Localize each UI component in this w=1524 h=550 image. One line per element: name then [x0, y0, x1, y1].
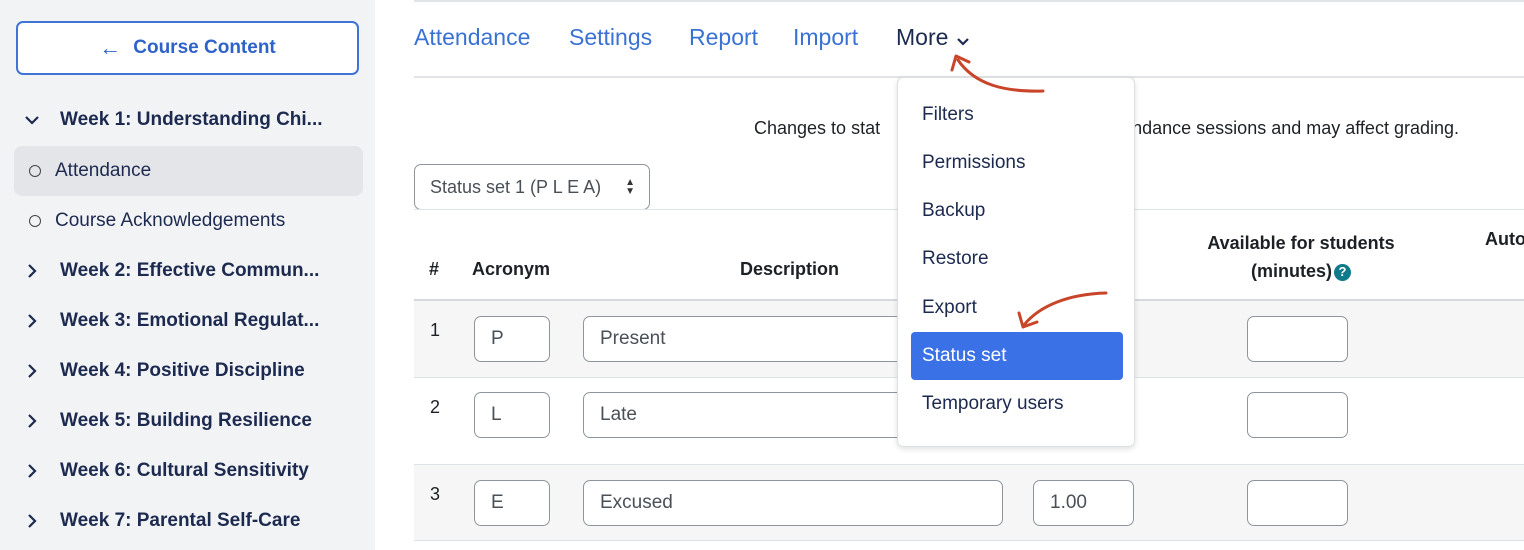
circle-icon [29, 215, 41, 227]
sidebar-week-3[interactable]: Week 3: Emotional Regulat... [14, 296, 363, 346]
status-set-select[interactable]: Status set 1 (P L E A) ▲ ▼ [414, 164, 650, 210]
row-number: 1 [430, 320, 441, 340]
notice-left: Changes to stat [754, 118, 881, 138]
menu-item-temporary-users[interactable]: Temporary users [911, 380, 1123, 428]
sidebar-week-label: Week 1: Understanding Chi... [60, 109, 323, 130]
tab-import[interactable]: Import [793, 24, 858, 51]
notice-right: attendance sessions and may affect gradi… [1102, 118, 1459, 138]
sidebar-week-7[interactable]: Week 7: Parental Self-Care [14, 496, 363, 546]
acronym-input[interactable]: E [474, 480, 550, 526]
sidebar-week-label: Week 4: Positive Discipline [60, 360, 305, 381]
tab-more[interactable]: More [896, 24, 970, 52]
row-number: 3 [430, 484, 441, 504]
tab-attendance[interactable]: Attendance [414, 24, 530, 51]
arrow-left-icon: ← [99, 35, 122, 60]
menu-item-permissions[interactable]: Permissions [911, 139, 1123, 187]
circle-icon [29, 165, 41, 177]
chevron-down-icon [956, 25, 970, 52]
acronym-input[interactable]: P [474, 316, 550, 362]
tab-more-label: More [896, 24, 949, 50]
menu-item-restore[interactable]: Restore [911, 235, 1123, 283]
chevron-right-icon[interactable] [14, 413, 50, 429]
sidebar-week-label: Week 7: Parental Self-Care [60, 510, 301, 531]
sidebar-week-1[interactable]: Week 1: Understanding Chi... [14, 95, 363, 145]
chevron-right-icon[interactable] [14, 513, 50, 529]
menu-item-status-set[interactable]: Status set [911, 332, 1123, 380]
menu-item-filters[interactable]: Filters [911, 91, 1123, 139]
sidebar-item-label: Course Acknowledgements [55, 210, 286, 231]
grade-input[interactable]: 1.00 [1033, 480, 1134, 526]
chevron-down-icon[interactable] [14, 115, 50, 125]
column-header-description: Description [740, 259, 840, 279]
available-minutes-input[interactable] [1247, 316, 1348, 362]
chevron-right-icon[interactable] [14, 263, 50, 279]
sidebar-week-2[interactable]: Week 2: Effective Commun... [14, 246, 363, 296]
course-index-sidebar: ← Course Content Week 1: Understanding C… [0, 0, 375, 550]
sidebar-item-label: Attendance [55, 160, 152, 181]
secondary-navigation: Attendance Settings Report Import More [414, 2, 1524, 78]
row-number: 2 [430, 397, 441, 417]
sidebar-item-attendance[interactable]: Attendance [14, 146, 363, 196]
available-line1: Available for students [1207, 233, 1395, 253]
tab-report[interactable]: Report [689, 24, 758, 51]
description-input[interactable]: Excused [583, 480, 1003, 526]
sidebar-item-course-acknowledgements[interactable]: Course Acknowledgements [14, 196, 363, 246]
menu-item-backup[interactable]: Backup [911, 187, 1123, 235]
available-minutes-input[interactable] [1247, 392, 1348, 438]
sidebar-week-4[interactable]: Week 4: Positive Discipline [14, 346, 363, 396]
sidebar-week-label: Week 6: Cultural Sensitivity [60, 460, 309, 481]
sidebar-week-label: Week 2: Effective Commun... [60, 260, 320, 281]
course-content-label: Course Content [133, 37, 276, 58]
column-header-available: Available for students (minutes)? [1196, 229, 1406, 285]
course-content-button[interactable]: ← Course Content [16, 21, 359, 75]
chevron-right-icon[interactable] [14, 463, 50, 479]
column-header-acronym: Acronym [472, 259, 551, 279]
available-minutes-input[interactable] [1247, 480, 1348, 526]
sidebar-week-5[interactable]: Week 5: Building Resilience [14, 396, 363, 446]
sidebar-week-label: Week 3: Emotional Regulat... [60, 310, 320, 331]
available-line2: (minutes) [1251, 261, 1332, 281]
chevron-right-icon[interactable] [14, 363, 50, 379]
column-header-number: # [429, 259, 440, 279]
more-dropdown-menu: Filters Permissions Backup Restore Expor… [897, 77, 1135, 447]
column-header-auto: Auto [1485, 229, 1524, 249]
tab-settings[interactable]: Settings [569, 24, 652, 51]
chevron-right-icon[interactable] [14, 313, 50, 329]
sidebar-week-6[interactable]: Week 6: Cultural Sensitivity [14, 446, 363, 496]
help-icon[interactable]: ? [1334, 263, 1351, 281]
sidebar-week-label: Week 5: Building Resilience [60, 410, 313, 431]
row-divider [414, 540, 1524, 541]
acronym-input[interactable]: L [474, 392, 550, 438]
status-set-value: Status set 1 (P L E A) [430, 176, 602, 197]
select-updown-icon: ▲ ▼ [625, 177, 635, 197]
menu-item-export[interactable]: Export [911, 284, 1123, 332]
